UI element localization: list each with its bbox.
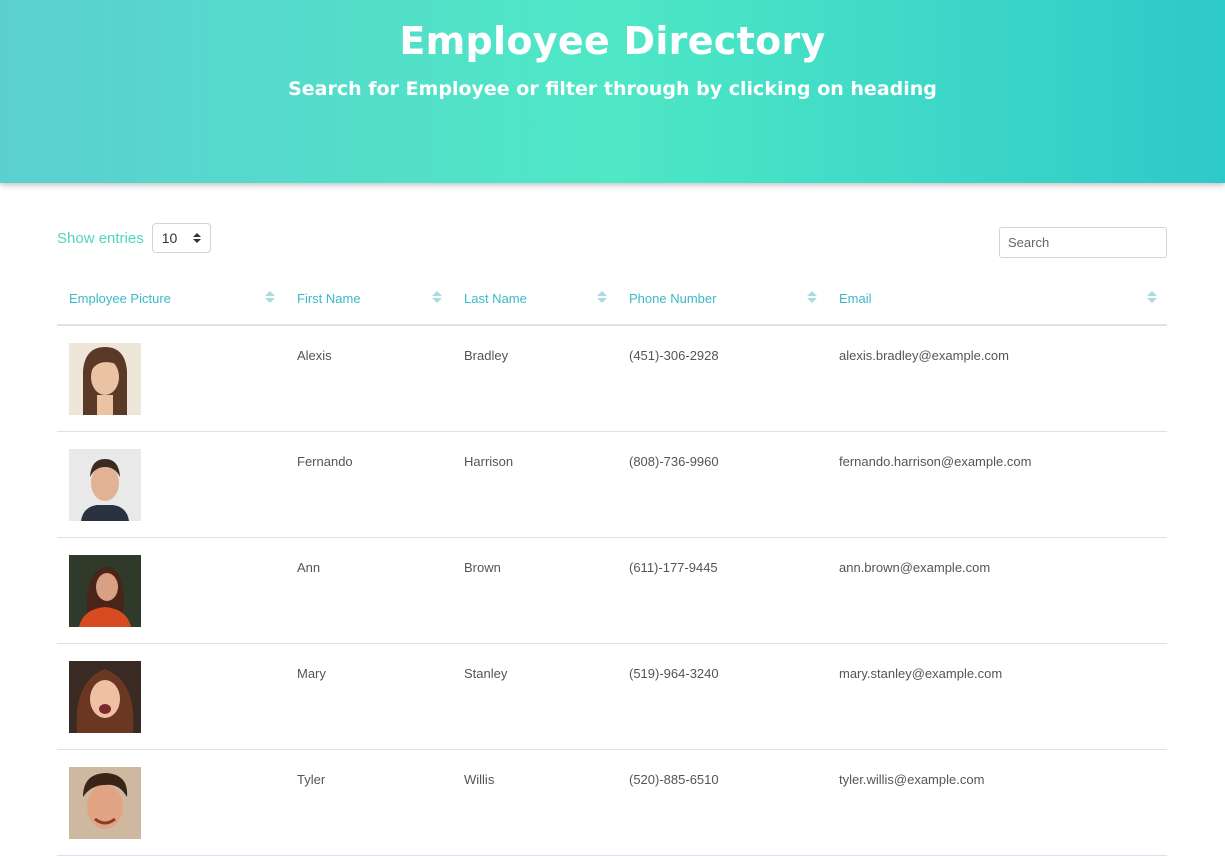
show-entries: Show entries 10 bbox=[57, 222, 211, 254]
entries-select[interactable]: 10 bbox=[151, 223, 211, 253]
phone-number: (520)-885-6510 bbox=[629, 772, 719, 787]
first-name: Tyler bbox=[297, 772, 326, 787]
sort-icon bbox=[265, 291, 275, 303]
email: mary.stanley@example.com bbox=[839, 666, 1003, 681]
select-arrows-icon bbox=[192, 233, 201, 243]
last-name: Stanley bbox=[464, 666, 508, 681]
first-name: Alexis bbox=[297, 348, 332, 363]
phone-number: (611)-177-9445 bbox=[629, 560, 718, 575]
last-name: Harrison bbox=[464, 454, 514, 469]
sort-icon bbox=[597, 291, 607, 303]
employee-avatar bbox=[69, 661, 141, 733]
search-input[interactable] bbox=[999, 227, 1167, 258]
table-row: Fernando Harrison (808)-736-9960 fernand… bbox=[57, 431, 1167, 538]
table-row: Ann Brown (611)-177-9445 ann.brown@examp… bbox=[57, 537, 1167, 644]
first-name: Fernando bbox=[297, 454, 353, 469]
table-row: Mary Stanley (519)-964-3240 mary.stanley… bbox=[57, 643, 1167, 750]
column-header-email[interactable]: Email bbox=[827, 272, 1167, 326]
table-row: Alexis Bradley (451)-306-2928 alexis.bra… bbox=[57, 325, 1167, 432]
phone-number: (808)-736-9960 bbox=[629, 454, 719, 469]
page-title: Employee Directory bbox=[399, 19, 826, 63]
first-name: Ann bbox=[297, 560, 321, 575]
employee-table: Employee Picture First Name Last Name Ph… bbox=[57, 272, 1167, 856]
last-name: Brown bbox=[464, 560, 501, 575]
column-header-picture[interactable]: Employee Picture bbox=[57, 272, 285, 326]
email: fernando.harrison@example.com bbox=[839, 454, 1032, 469]
entries-select-value: 10 bbox=[161, 230, 178, 246]
employee-avatar bbox=[69, 449, 141, 521]
table-header-row: Employee Picture First Name Last Name Ph… bbox=[57, 272, 1167, 326]
email: ann.brown@example.com bbox=[839, 560, 991, 575]
sort-icon bbox=[807, 291, 817, 303]
employee-avatar bbox=[69, 767, 141, 839]
sort-icon bbox=[432, 291, 442, 303]
show-entries-label: Show entries bbox=[57, 229, 144, 247]
table-controls: Show entries 10 bbox=[57, 222, 1167, 262]
table-row: Tyler Willis (520)-885-6510 tyler.willis… bbox=[57, 749, 1167, 856]
phone-number: (519)-964-3240 bbox=[629, 666, 719, 681]
page-subtitle: Search for Employee or filter through by… bbox=[288, 78, 937, 100]
sort-icon bbox=[1147, 291, 1157, 303]
phone-number: (451)-306-2928 bbox=[629, 348, 719, 363]
first-name: Mary bbox=[297, 666, 326, 681]
last-name: Bradley bbox=[464, 348, 509, 363]
employee-avatar bbox=[69, 555, 141, 627]
column-header-phone[interactable]: Phone Number bbox=[617, 272, 827, 326]
email: tyler.willis@example.com bbox=[839, 772, 985, 787]
employee-avatar bbox=[69, 343, 141, 415]
column-header-first-name[interactable]: First Name bbox=[285, 272, 452, 326]
last-name: Willis bbox=[464, 772, 495, 787]
column-header-last-name[interactable]: Last Name bbox=[452, 272, 617, 326]
page-header: Employee Directory Search for Employee o… bbox=[0, 0, 1225, 183]
email: alexis.bradley@example.com bbox=[839, 348, 1009, 363]
